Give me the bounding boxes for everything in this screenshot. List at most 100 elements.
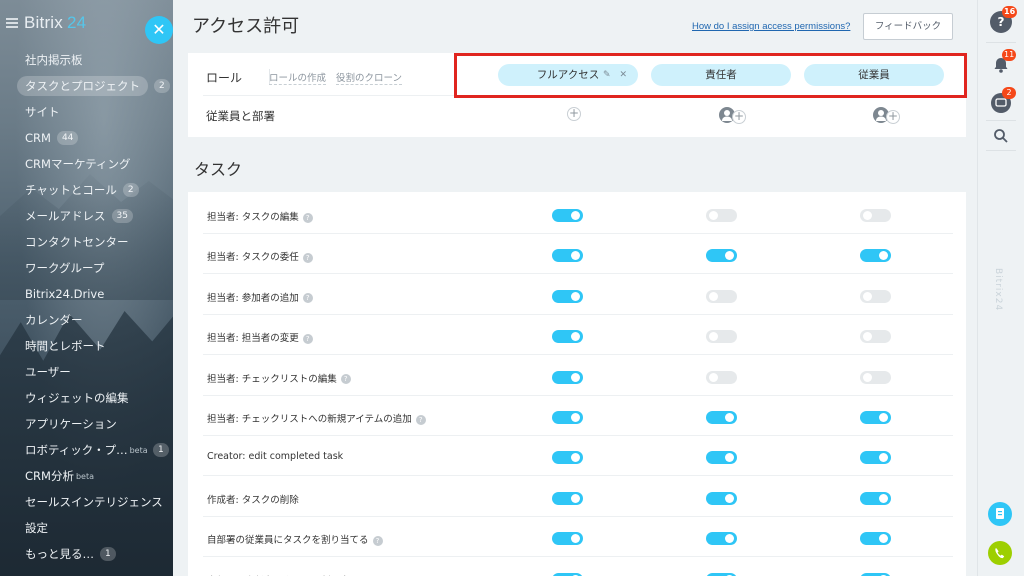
chat-badge: 2 <box>1002 87 1016 99</box>
permission-toggle[interactable] <box>706 330 737 344</box>
permission-toggle[interactable] <box>552 491 583 505</box>
help-icon[interactable]: ? <box>302 252 313 263</box>
permission-toggle[interactable] <box>860 249 891 263</box>
permission-toggle[interactable] <box>552 572 583 576</box>
permission-toggle[interactable] <box>860 330 891 344</box>
permission-toggle[interactable] <box>706 572 737 576</box>
permission-toggle[interactable] <box>860 411 891 424</box>
permission-toggle[interactable] <box>860 209 891 222</box>
permission-row: 担当者: タスクの委任? <box>203 234 953 275</box>
permission-toggle[interactable] <box>860 451 891 465</box>
sidebar-item[interactable]: ロボティック・プ… beta 1 <box>0 437 173 463</box>
sidebar-item[interactable]: タスクとプロジェクト 2 <box>0 73 173 99</box>
sidebar-item[interactable]: メールアドレス 35 <box>0 203 173 229</box>
page-title: アクセス許可 <box>192 16 300 37</box>
search-icon[interactable] <box>990 125 1012 147</box>
permission-row: 担当者: チェックリストの編集? <box>203 356 953 396</box>
permission-row: 担当者: 参加者の追加? <box>203 275 953 315</box>
permission-label: Creator: edit completed task <box>207 451 344 463</box>
sidebar-item-label: 設定 <box>25 521 48 535</box>
count-badge: 35 <box>111 209 133 223</box>
sidebar-item[interactable]: コンタクトセンター <box>0 229 173 255</box>
help-icon[interactable]: ? <box>302 293 313 304</box>
sidebar-item[interactable]: Bitrix24.Drive <box>0 281 173 307</box>
permission-toggle[interactable] <box>860 289 891 303</box>
divider <box>986 120 1016 121</box>
permission-toggle[interactable] <box>706 370 737 384</box>
sidebar-item-label: チャットとコール <box>25 183 117 197</box>
help-link[interactable]: How do I assign access permissions? <box>692 21 850 32</box>
sidebar-item[interactable]: ユーザー <box>0 359 173 385</box>
toggle-knob <box>571 211 580 220</box>
toggle-knob <box>571 291 580 301</box>
feedback-button[interactable]: フィードバック <box>863 13 953 40</box>
beta-badge: beta <box>75 471 94 481</box>
help-icon[interactable]: ? <box>340 374 351 385</box>
count-badge: 2 <box>154 79 170 93</box>
permission-toggle[interactable] <box>706 532 737 546</box>
create-role-link[interactable]: ロールの作成 <box>269 70 327 85</box>
toggle-knob <box>571 534 580 544</box>
toggle-knob <box>725 413 734 422</box>
document-icon[interactable] <box>988 502 1012 526</box>
bell-icon[interactable]: 11 <box>990 49 1017 76</box>
sidebar-item[interactable]: 設定 <box>0 515 173 541</box>
sidebar-item[interactable]: チャットとコール 2 <box>0 177 173 203</box>
sidebar-item-label: CRMマーケティング <box>25 157 131 171</box>
sidebar-item-label: Bitrix24.Drive <box>25 287 105 301</box>
permission-toggle[interactable] <box>706 451 737 465</box>
close-icon[interactable]: ✕ <box>145 16 173 44</box>
sidebar-item-label: タスクとプロジェクト <box>17 76 148 96</box>
help-icon[interactable]: ? <box>302 212 313 223</box>
permission-toggle[interactable] <box>552 451 583 465</box>
permission-toggle[interactable] <box>860 491 891 505</box>
help-icon[interactable]: ? 16 <box>990 6 1018 33</box>
clone-role-link[interactable]: 役割のクローン <box>336 70 403 85</box>
sidebar-item[interactable]: 社内掲示板 <box>0 47 173 73</box>
permission-toggle[interactable] <box>552 209 583 222</box>
permission-toggle[interactable] <box>860 532 891 546</box>
sidebar-item[interactable]: CRMマーケティング <box>0 151 173 177</box>
beta-badge: beta <box>129 445 148 455</box>
sidebar-item[interactable]: サイト <box>0 99 173 125</box>
permission-label: 作成者: タスクの削除 <box>207 494 299 506</box>
permission-toggle[interactable] <box>552 249 583 263</box>
help-icon[interactable]: ? <box>415 414 426 425</box>
help-icon[interactable]: ? <box>302 333 313 344</box>
permission-toggle[interactable] <box>552 370 583 384</box>
permission-toggle[interactable] <box>706 491 737 505</box>
sidebar-item[interactable]: CRM 44 <box>0 125 173 151</box>
sidebar-item[interactable]: 時間とレポート <box>0 333 173 359</box>
add-member-icon[interactable]: + <box>567 107 581 121</box>
permission-toggle[interactable] <box>706 289 737 303</box>
permission-toggle[interactable] <box>860 572 891 576</box>
sidebar-item[interactable]: アプリケーション <box>0 411 173 437</box>
permission-toggle[interactable] <box>552 411 583 424</box>
logo[interactable]: Bitrix 24 <box>24 13 86 33</box>
toggle-knob <box>709 372 718 382</box>
add-member-icon[interactable]: + <box>732 110 746 124</box>
sidebar-item[interactable]: セールスインテリジェンス <box>0 489 173 515</box>
permission-toggle[interactable] <box>552 330 583 344</box>
help-icon[interactable]: ? <box>372 535 383 546</box>
permission-toggle[interactable] <box>860 370 891 384</box>
tasks-card: 担当者: タスクの編集? 担当者: タスクの委任? 担当者: 参加者の追加? 担当者:… <box>188 192 966 576</box>
divider <box>986 42 1016 43</box>
add-member-icon[interactable]: + <box>886 110 900 124</box>
permission-toggle[interactable] <box>706 209 737 222</box>
sidebar-item[interactable]: ウィジェットの編集 <box>0 385 173 411</box>
sidebar-item[interactable]: カレンダー <box>0 307 173 333</box>
permission-row: 担当者: チェックリストへの新規アイテムの追加? <box>203 396 953 436</box>
permission-toggle[interactable] <box>552 289 583 303</box>
permission-toggle[interactable] <box>706 249 737 263</box>
permission-toggle[interactable] <box>706 411 737 424</box>
sidebar-item[interactable]: CRM分析 beta <box>0 463 173 489</box>
sidebar-item[interactable]: もっと見る… 1 <box>0 541 173 567</box>
permission-label: 担当者: 参加者の追加? <box>207 290 313 304</box>
permission-toggle[interactable] <box>552 532 583 546</box>
chat-icon[interactable]: 2 <box>990 87 1016 114</box>
phone-icon[interactable] <box>988 541 1012 565</box>
permission-row: 作成者: タスクの削除 <box>203 477 953 517</box>
menu-icon[interactable] <box>6 18 18 28</box>
sidebar-item[interactable]: ワークグループ <box>0 255 173 281</box>
